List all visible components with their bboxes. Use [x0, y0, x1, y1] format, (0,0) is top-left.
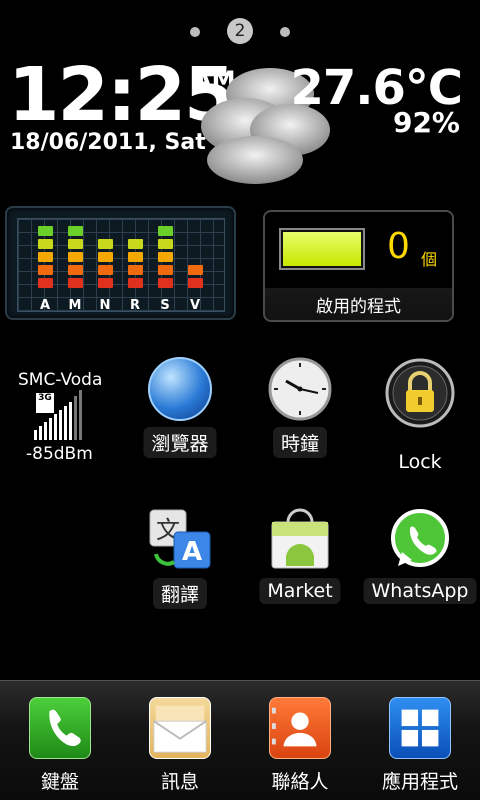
equalizer-segment: [188, 278, 203, 288]
equalizer-segment: [158, 278, 173, 288]
equalizer-segment: [68, 252, 83, 262]
equalizer-segment: [38, 226, 53, 236]
signal-strength-value: -85dBm: [26, 444, 93, 464]
app-market[interactable]: Market: [245, 508, 355, 618]
app-label: 翻譯: [152, 578, 208, 609]
whatsapp-icon: [391, 509, 449, 567]
dock-messaging[interactable]: 訊息: [130, 697, 230, 797]
svg-text:A: A: [182, 537, 202, 567]
equalizer-segment: [68, 265, 83, 275]
market-bag-icon: [271, 508, 329, 569]
equalizer-widget[interactable]: AMNRSV: [5, 206, 236, 320]
app-label: Lock: [398, 451, 442, 473]
equalizer-segment: [98, 252, 113, 262]
dock-label: 聯絡人: [271, 771, 329, 793]
equalizer-bar: [38, 208, 53, 308]
carrier-name: SMC-Voda: [18, 370, 103, 390]
equalizer-label: N: [99, 298, 111, 313]
running-apps-unit: 個: [421, 250, 438, 269]
equalizer-label: V: [189, 298, 201, 313]
equalizer-bar: [188, 208, 203, 308]
dock-label: 鍵盤: [40, 771, 79, 793]
equalizer-segment: [38, 239, 53, 249]
clock-date: 18/06/2011, Sat: [10, 130, 206, 155]
running-apps-count: 0: [387, 226, 410, 267]
dock-label: 訊息: [160, 771, 199, 793]
equalizer-segment: [98, 278, 113, 288]
equalizer-label: M: [68, 298, 82, 313]
network-type-badge: 3G: [36, 393, 54, 413]
dock-app-drawer[interactable]: 應用程式: [370, 697, 470, 797]
memory-bar-fill: [283, 232, 361, 266]
equalizer-segment: [158, 226, 173, 236]
page-dot-1[interactable]: [190, 27, 200, 37]
equalizer-segment: [128, 265, 143, 275]
app-translate[interactable]: 文 A 翻譯: [125, 508, 235, 618]
app-label: WhatsApp: [363, 578, 477, 604]
equalizer-segment: [158, 252, 173, 262]
globe-icon: [148, 357, 212, 421]
contact-book-icon: [269, 697, 331, 759]
equalizer-bar: [98, 208, 113, 308]
equalizer-bar: [158, 208, 173, 308]
dock: 鍵盤 訊息 聯絡人 應用程式: [0, 680, 480, 800]
equalizer-bar: [68, 208, 83, 308]
app-label: Market: [259, 578, 341, 604]
equalizer-segment: [68, 278, 83, 288]
task-manager-label: 啟用的程式: [316, 297, 401, 317]
phone-icon: [29, 697, 91, 759]
app-label: 瀏覽器: [143, 427, 217, 458]
app-lock[interactable]: Lock: [365, 357, 475, 473]
page-dot-3[interactable]: [280, 27, 290, 37]
padlock-icon: [385, 358, 455, 428]
app-label: 時鐘: [272, 427, 328, 458]
envelope-icon: [149, 697, 211, 759]
page-dot-current: 2: [227, 18, 253, 44]
equalizer-segment: [68, 239, 83, 249]
equalizer-segment: [158, 265, 173, 275]
app-clock[interactable]: 時鐘: [245, 357, 355, 467]
equalizer-label: A: [39, 298, 51, 313]
equalizer-segment: [188, 265, 203, 275]
equalizer-segment: [128, 252, 143, 262]
app-grid-icon: [389, 697, 451, 759]
app-browser[interactable]: 瀏覽器: [125, 357, 235, 467]
equalizer-segment: [38, 278, 53, 288]
equalizer-segment: [98, 239, 113, 249]
app-whatsapp[interactable]: WhatsApp: [363, 508, 477, 618]
equalizer-segment: [158, 239, 173, 249]
equalizer-label: S: [160, 298, 170, 313]
equalizer-segment: [38, 265, 53, 275]
equalizer-segment: [68, 226, 83, 236]
task-manager-widget[interactable]: 0 個 啟用的程式: [263, 210, 454, 322]
equalizer-segment: [38, 252, 53, 262]
equalizer-segment: [98, 265, 113, 275]
equalizer-bar: [128, 208, 143, 308]
equalizer-segment: [128, 239, 143, 249]
translate-icon: 文 A: [149, 509, 211, 569]
dock-contacts[interactable]: 聯絡人: [250, 697, 350, 797]
dock-dialer[interactable]: 鍵盤: [10, 697, 110, 797]
memory-bar: [279, 228, 365, 270]
equalizer-label: R: [129, 298, 140, 313]
humidity: 92%: [392, 106, 460, 139]
equalizer-segment: [128, 278, 143, 288]
clock-icon: [268, 357, 332, 421]
page-indicator: 2: [0, 18, 480, 46]
dock-label: 應用程式: [381, 771, 458, 793]
